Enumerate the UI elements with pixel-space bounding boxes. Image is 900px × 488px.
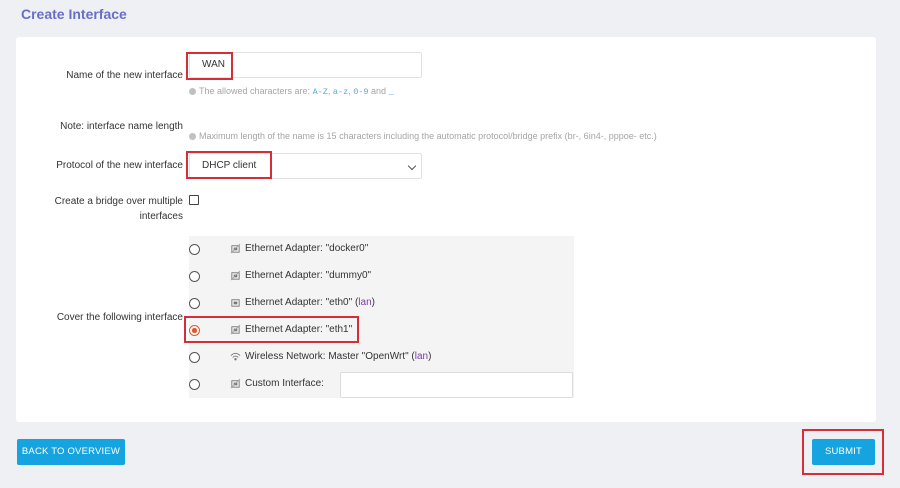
interface-option-eth0[interactable]: Ethernet Adapter: "eth0" (lan) (189, 291, 574, 315)
interface-radio-checked[interactable] (189, 325, 200, 336)
interface-option-wireless[interactable]: Wireless Network: Master "OpenWrt" (lan) (189, 345, 574, 369)
ethernet-port-icon (230, 324, 241, 335)
bridge-checkbox[interactable] (189, 195, 199, 205)
custom-interface-input[interactable] (340, 372, 573, 398)
interface-option-label: Wireless Network: Master "OpenWrt" (lan) (245, 351, 432, 362)
back-to-overview-button[interactable]: BACK TO OVERVIEW (17, 439, 125, 465)
interface-option-docker0[interactable]: Ethernet Adapter: "docker0" (189, 237, 574, 261)
interface-option-label: Custom Interface: (245, 378, 324, 389)
info-icon (189, 132, 196, 140)
ethernet-port-icon (230, 270, 241, 281)
interface-name-input[interactable]: WAN (189, 52, 422, 78)
interface-option-label: Ethernet Adapter: "docker0" (245, 243, 369, 254)
interface-option-custom[interactable]: Custom Interface: (189, 372, 574, 398)
interface-option-label: Ethernet Adapter: "dummy0" (245, 270, 372, 281)
network-link-lan[interactable]: lan (415, 351, 428, 362)
ethernet-port-icon (231, 299, 240, 307)
bridge-label: Create a bridge over multiple interfaces (54, 196, 183, 222)
submit-button[interactable]: SUBMIT (812, 439, 875, 465)
interface-radio[interactable] (189, 379, 200, 390)
name-field-label: Name of the new interface (66, 70, 183, 81)
interface-radio[interactable] (189, 352, 200, 363)
interface-option-label: Ethernet Adapter: "eth1" (245, 324, 353, 335)
interface-list: Ethernet Adapter: "docker0" Ethernet Ada… (189, 236, 574, 398)
ethernet-port-icon (230, 243, 241, 254)
interface-option-eth1[interactable]: Ethernet Adapter: "eth1" (189, 318, 574, 342)
chevron-down-icon (407, 161, 417, 171)
wifi-icon (230, 352, 241, 361)
interface-option-label: Ethernet Adapter: "eth0" (lan) (245, 297, 375, 308)
protocol-label: Protocol of the new interface (56, 160, 183, 171)
protocol-select[interactable]: DHCP client (189, 153, 422, 179)
interface-radio[interactable] (189, 298, 200, 309)
interface-radio[interactable] (189, 244, 200, 255)
protocol-selected-value: DHCP client (202, 160, 257, 171)
info-icon (189, 87, 196, 95)
interface-radio[interactable] (189, 271, 200, 282)
interface-option-dummy0[interactable]: Ethernet Adapter: "dummy0" (189, 264, 574, 288)
name-length-label: Note: interface name length (60, 121, 183, 132)
name-length-hint: Maximum length of the name is 15 charact… (189, 131, 657, 141)
ethernet-port-icon (230, 378, 241, 389)
name-field-hint: The allowed characters are: A-Z, a-z, 0-… (189, 86, 394, 97)
page-title: Create Interface (21, 6, 127, 22)
network-link-lan[interactable]: lan (358, 297, 371, 308)
interface-name-value: WAN (202, 59, 225, 70)
cover-interface-label: Cover the following interface (56, 312, 183, 323)
